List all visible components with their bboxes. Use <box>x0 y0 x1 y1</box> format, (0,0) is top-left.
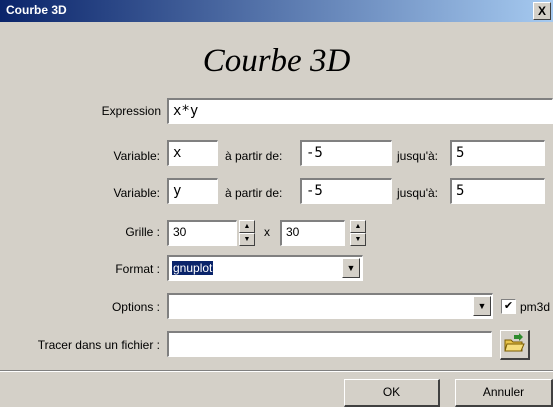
window-title: Courbe 3D <box>6 3 67 17</box>
options-label: Options : <box>111 300 160 314</box>
format-select[interactable]: gnuplot <box>167 255 363 281</box>
expression-label: Expression <box>101 104 161 118</box>
variable2-name-input[interactable]: y <box>167 178 218 204</box>
grid-y-input[interactable]: 30 <box>280 220 345 246</box>
variable2-label: Variable: <box>113 186 160 200</box>
grid-times-label: x <box>264 225 270 239</box>
chevron-down-icon[interactable]: ▼ <box>473 296 491 316</box>
options-combobox[interactable] <box>167 293 493 319</box>
variable1-to-input[interactable]: 5 <box>450 140 545 166</box>
format-selected-value: gnuplot <box>172 261 214 275</box>
pm3d-label: pm3d <box>520 300 551 314</box>
expression-input[interactable]: x*y <box>167 98 553 124</box>
browse-file-button[interactable] <box>500 330 530 360</box>
stepper-down-icon[interactable]: ▼ <box>350 233 366 246</box>
page-title: Courbe 3D <box>202 43 351 79</box>
variable1-to-label: jusqu'à: <box>397 149 438 163</box>
folder-open-icon <box>504 333 525 352</box>
title-bar[interactable]: Courbe 3D X <box>0 0 553 22</box>
format-label: Format : <box>115 262 160 276</box>
stepper-down-icon[interactable]: ▼ <box>239 233 255 246</box>
ok-button[interactable]: OK <box>344 379 440 407</box>
grid-y-stepper[interactable]: ▲ ▼ <box>350 220 366 246</box>
variable2-from-label: à partir de: <box>225 186 283 200</box>
variable1-from-label: à partir de: <box>225 149 283 163</box>
separator <box>0 370 553 372</box>
variable1-from-input[interactable]: -5 <box>300 140 392 166</box>
file-label: Tracer dans un fichier : <box>37 338 160 352</box>
stepper-up-icon[interactable]: ▲ <box>239 220 255 233</box>
variable2-from-input[interactable]: -5 <box>300 178 392 204</box>
grid-label: Grille : <box>125 225 160 239</box>
dialog-window: Courbe 3D X Courbe 3D Expression x*y Var… <box>0 0 553 407</box>
chevron-down-icon[interactable]: ▼ <box>342 258 360 278</box>
variable1-label: Variable: <box>113 149 160 163</box>
pm3d-checkbox[interactable]: ✔ <box>501 299 516 314</box>
grid-x-stepper[interactable]: ▲ ▼ <box>239 220 255 246</box>
close-icon[interactable]: X <box>533 2 551 20</box>
file-path-input[interactable] <box>167 331 492 357</box>
variable1-name-input[interactable]: x <box>167 140 218 166</box>
variable2-to-input[interactable]: 5 <box>450 178 545 204</box>
variable2-to-label: jusqu'à: <box>397 186 438 200</box>
cancel-button[interactable]: Annuler <box>455 379 553 407</box>
stepper-up-icon[interactable]: ▲ <box>350 220 366 233</box>
grid-x-input[interactable]: 30 <box>167 220 237 246</box>
